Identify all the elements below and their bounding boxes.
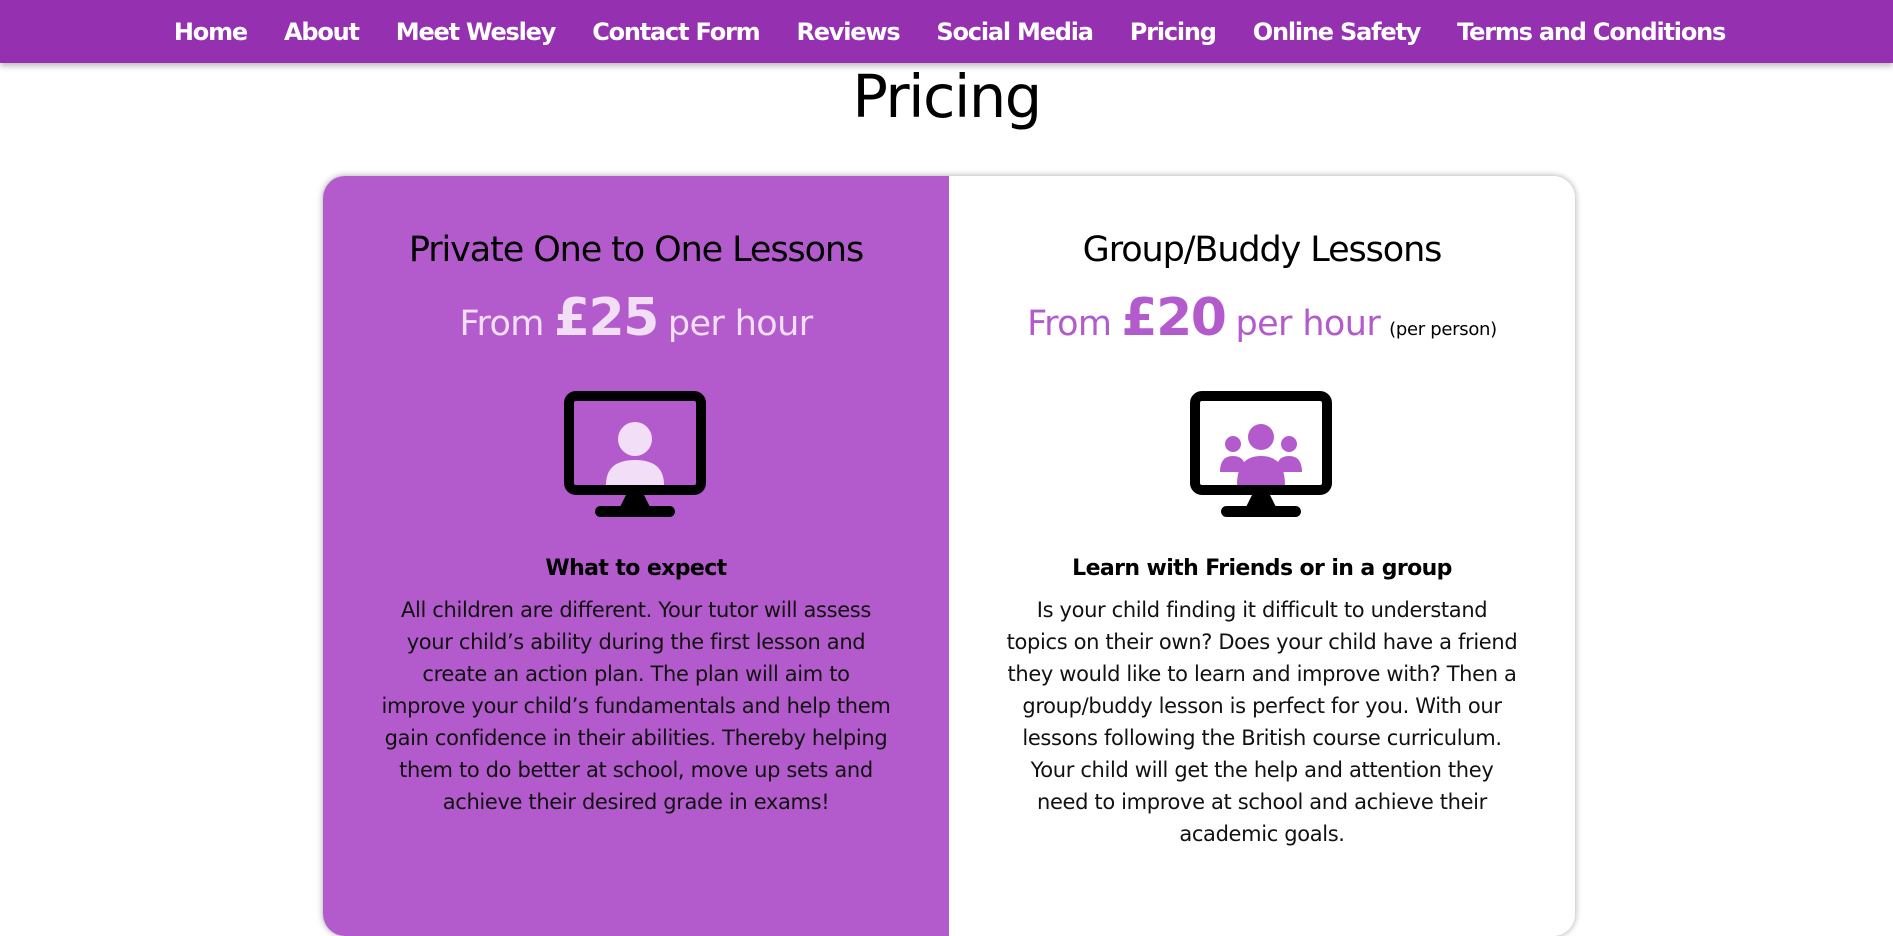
card-description: All children are different. Your tutor w… (381, 598, 891, 814)
nav-item-pricing[interactable]: Pricing (1130, 18, 1217, 46)
nav-item-online-safety[interactable]: Online Safety (1253, 18, 1422, 46)
pricing-table: Private One to One Lessons From £25 per … (323, 176, 1575, 936)
price-line: From £20 per hour (per person) (949, 288, 1575, 348)
card-description: Is your child finding it difficult to un… (1006, 598, 1518, 846)
nav-item-reviews[interactable]: Reviews (796, 18, 900, 46)
card-title: Group/Buddy Lessons (1082, 230, 1443, 270)
card-title: Private One to One Lessons (408, 230, 864, 270)
price-from-label: From (459, 304, 544, 344)
price-from-label: From (1027, 304, 1112, 344)
card-subtitle: What to expect (545, 556, 727, 581)
nav-menu: Home About Meet Wesley Contact Form Revi… (168, 18, 1726, 46)
nav-item-contact-form[interactable]: Contact Form (592, 18, 760, 46)
price-per-hour-label: per hour (1235, 304, 1381, 344)
nav-item-terms-and-conditions[interactable]: Terms and Conditions (1457, 18, 1726, 46)
monitor-single-person-icon (564, 391, 706, 517)
price-amount: £25 (553, 288, 660, 348)
pricing-card-private: Private One to One Lessons From £25 per … (323, 176, 949, 936)
nav-item-social-media[interactable]: Social Media (936, 18, 1094, 46)
price-line: From £25 per hour (323, 288, 949, 348)
nav-item-about[interactable]: About (284, 18, 360, 46)
price-amount: £20 (1121, 288, 1227, 348)
monitor-group-icon (1190, 391, 1332, 517)
card-subtitle: Learn with Friends or in a group (1072, 556, 1452, 581)
price-per-hour-label: per hour (667, 304, 813, 344)
nav-item-home[interactable]: Home (174, 18, 248, 46)
nav-item-meet-wesley[interactable]: Meet Wesley (396, 18, 557, 46)
top-navbar: Home About Meet Wesley Contact Form Revi… (0, 0, 1893, 63)
price-per-person-note: (per person) (1389, 319, 1497, 340)
pricing-card-group: Group/Buddy Lessons From £20 per hour (p… (949, 176, 1575, 936)
page-title: Pricing (852, 62, 1042, 131)
